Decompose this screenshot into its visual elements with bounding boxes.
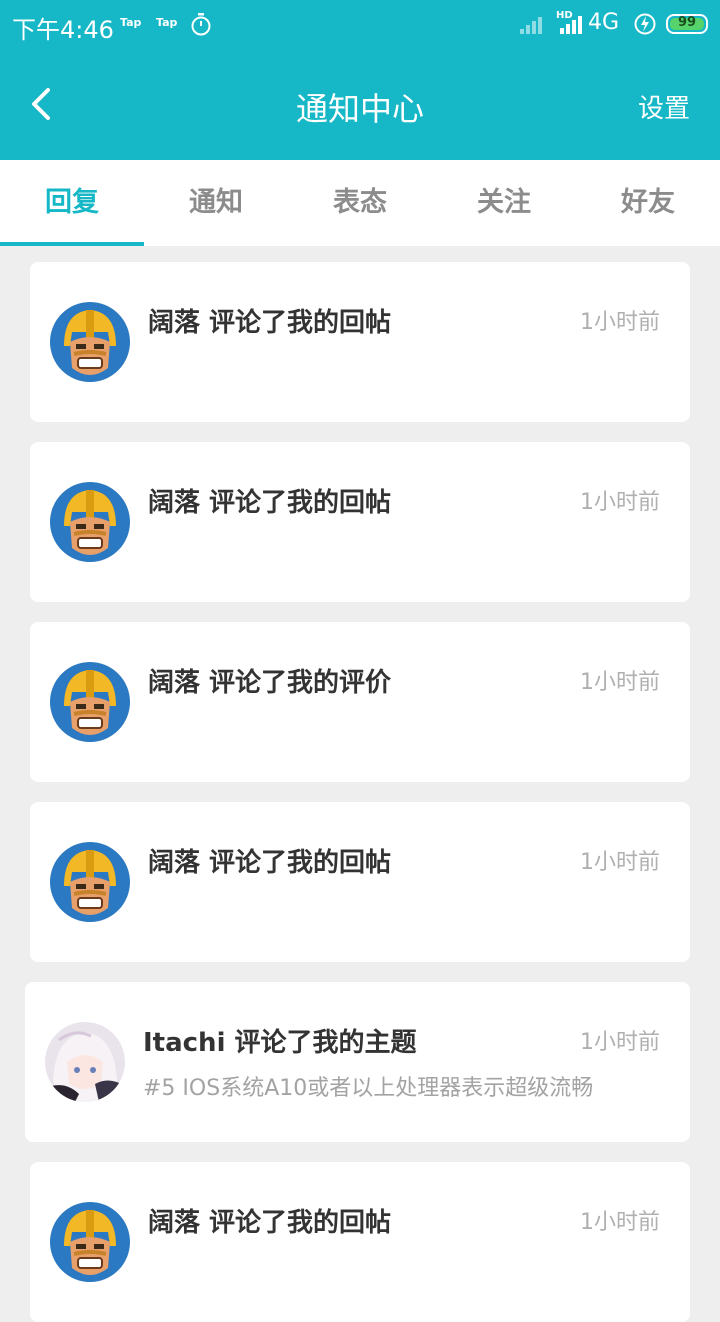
tab-reactions[interactable]: 表态 <box>288 160 432 246</box>
notification-title: 阔落 评论了我的评价 <box>148 668 392 698</box>
notification-title: 阔落 评论了我的回帖 <box>148 1208 392 1238</box>
notification-time: 1小时前 <box>580 1030 660 1055</box>
title-bar: 通知中心 设置 <box>0 56 720 152</box>
battery-level: 99 <box>677 15 697 30</box>
tap-notification-icon: Tap <box>156 16 178 29</box>
notification-card[interactable]: 阔落 评论了我的回帖 1小时前 <box>30 262 690 422</box>
barbarian-avatar[interactable] <box>50 1202 130 1282</box>
page-title: 通知中心 <box>295 90 424 128</box>
notification-card[interactable]: 阔落 评论了我的回帖 1小时前 <box>30 1162 690 1322</box>
notification-excerpt: #5 IOS系统A10或者以上处理器表示超级流畅 <box>143 1076 594 1101</box>
tab-friends[interactable]: 好友 <box>576 160 720 246</box>
notification-title: 阔落 评论了我的回帖 <box>148 488 392 518</box>
barbarian-avatar[interactable] <box>50 482 130 562</box>
notification-time: 1小时前 <box>580 1210 660 1235</box>
status-time: 下午4:46 <box>12 16 114 44</box>
signal-strong-icon <box>560 16 582 34</box>
barbarian-avatar[interactable] <box>50 302 130 382</box>
anime-girl-avatar[interactable] <box>45 1022 125 1102</box>
active-tab-indicator <box>0 242 144 246</box>
notification-title: Itachi 评论了我的主题 <box>143 1028 417 1058</box>
notification-time: 1小时前 <box>580 670 660 695</box>
barbarian-avatar[interactable] <box>50 842 130 922</box>
battery-icon: 99 <box>666 14 708 34</box>
notification-card[interactable]: 阔落 评论了我的回帖 1小时前 <box>30 802 690 962</box>
notification-time: 1小时前 <box>580 490 660 515</box>
notification-time: 1小时前 <box>580 850 660 875</box>
notification-title: 阔落 评论了我的回帖 <box>148 308 392 338</box>
status-bar: 下午4:46 Tap Tap HD 4G 99 <box>0 0 720 50</box>
tab-replies[interactable]: 回复 <box>0 160 144 246</box>
notification-card[interactable]: Itachi 评论了我的主题 1小时前 #5 IOS系统A10或者以上处理器表示… <box>25 982 690 1142</box>
barbarian-avatar[interactable] <box>50 662 130 742</box>
tab-follows[interactable]: 关注 <box>432 160 576 246</box>
tap-notification-icon: Tap <box>120 16 142 29</box>
settings-button[interactable]: 设置 <box>638 88 690 125</box>
notification-time: 1小时前 <box>580 310 660 335</box>
tab-notifications[interactable]: 通知 <box>144 160 288 246</box>
notification-card[interactable]: 阔落 评论了我的回帖 1小时前 <box>30 442 690 602</box>
tab-bar: 回复 通知 表态 关注 好友 <box>0 160 720 246</box>
notification-card[interactable]: 阔落 评论了我的评价 1小时前 <box>30 622 690 782</box>
charging-icon <box>634 13 656 35</box>
signal-weak-icon <box>520 17 542 34</box>
stopwatch-icon <box>191 13 211 36</box>
network-type: 4G <box>588 10 620 35</box>
app-header: 下午4:46 Tap Tap HD 4G 99 通知中心 设置 <box>0 0 720 160</box>
notification-title: 阔落 评论了我的回帖 <box>148 848 392 878</box>
